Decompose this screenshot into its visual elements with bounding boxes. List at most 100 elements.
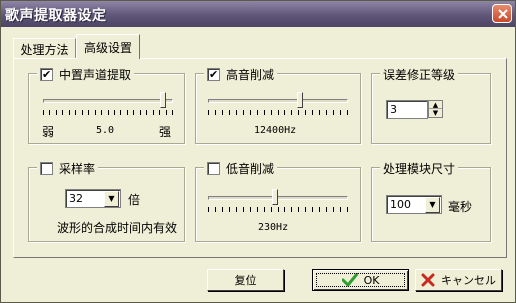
sample-rate-unit: 倍 bbox=[128, 193, 141, 207]
slider-tick bbox=[312, 110, 313, 115]
center-vocal-slider[interactable] bbox=[43, 92, 173, 119]
center-vocal-header[interactable]: ✔ 中置声道提取 bbox=[37, 66, 135, 83]
slider-tick bbox=[69, 110, 70, 115]
slider-tick bbox=[264, 110, 265, 115]
block-size-select[interactable]: 100 ▼ bbox=[386, 195, 442, 214]
tab-processing-method[interactable]: 处理方法 bbox=[13, 38, 76, 58]
slider-tick bbox=[333, 207, 334, 212]
slider-tick bbox=[127, 110, 128, 115]
slider-tick bbox=[278, 110, 279, 115]
tab-advanced-settings[interactable]: 高级设置 bbox=[76, 34, 140, 59]
slider-tick bbox=[347, 110, 348, 115]
slider-tick bbox=[49, 110, 50, 115]
slider-tick bbox=[215, 110, 216, 115]
slider-tick bbox=[75, 110, 76, 115]
high-cut-slider[interactable] bbox=[208, 92, 348, 119]
slider-tick bbox=[146, 110, 147, 115]
slider-thumb[interactable] bbox=[272, 189, 278, 205]
slider-tick bbox=[172, 110, 173, 115]
slider-tick bbox=[257, 110, 258, 115]
slider-tick bbox=[271, 110, 272, 115]
slider-tick bbox=[319, 110, 320, 115]
focus-rect bbox=[316, 273, 405, 287]
slider-tick bbox=[298, 207, 299, 212]
reset-button-label: 复位 bbox=[234, 274, 257, 287]
sample-rate-select[interactable]: 32 ▼ bbox=[65, 189, 121, 208]
slider-tick bbox=[236, 207, 237, 212]
slider-ticks bbox=[208, 207, 348, 212]
slider-tick bbox=[243, 110, 244, 115]
high-cut-header[interactable]: ✔ 高音削减 bbox=[204, 66, 278, 83]
slider-tick bbox=[333, 110, 334, 115]
spin-down-icon[interactable]: ▼ bbox=[429, 109, 442, 117]
slider-tick bbox=[108, 110, 109, 115]
slider-tick bbox=[243, 207, 244, 212]
slider-track bbox=[208, 196, 348, 200]
slider-tick bbox=[291, 207, 292, 212]
error-correction-header: 误差修正等级 bbox=[380, 66, 459, 83]
slider-tick bbox=[319, 207, 320, 212]
cancel-button[interactable]: キャンセル bbox=[415, 269, 502, 291]
title-bar[interactable]: 歌声提取器设定 bbox=[1, 1, 515, 27]
center-vocal-group: ✔ 中置声道提取 弱 5.0 强 bbox=[28, 66, 185, 144]
slider-tick bbox=[95, 110, 96, 115]
sample-rate-label: 采样率 bbox=[59, 162, 96, 176]
slider-tick bbox=[120, 110, 121, 115]
block-size-header: 处理模块尺寸 bbox=[380, 160, 459, 177]
slider-tick bbox=[133, 110, 134, 115]
close-icon bbox=[498, 9, 508, 19]
slider-tick bbox=[305, 207, 306, 212]
slider-tick bbox=[284, 110, 285, 115]
slider-tick bbox=[298, 110, 299, 115]
ok-button[interactable]: OK bbox=[312, 269, 409, 291]
cancel-button-label: キャンセル bbox=[441, 274, 496, 287]
low-cut-label: 低音削减 bbox=[226, 162, 275, 176]
slider-thumb[interactable] bbox=[297, 92, 303, 108]
high-cut-value: 12400Hz bbox=[254, 125, 297, 136]
low-cut-slider[interactable] bbox=[208, 189, 348, 216]
low-cut-checkbox[interactable] bbox=[207, 162, 220, 175]
slider-thumb[interactable] bbox=[160, 92, 166, 108]
red-x-icon bbox=[421, 273, 435, 287]
error-correction-spinner[interactable]: ▲ ▼ bbox=[428, 100, 443, 118]
block-size-unit: 毫秒 bbox=[448, 200, 473, 214]
settings-dialog: 歌声提取器设定 处理方法 高级设置 ✔ 中置声道提取 弱 5.0 强 ✔ 高音削… bbox=[0, 0, 516, 303]
slider-tick bbox=[222, 207, 223, 212]
slider-tick bbox=[101, 110, 102, 115]
slider-tick bbox=[88, 110, 89, 115]
center-vocal-max-label: 强 bbox=[159, 125, 172, 139]
close-button[interactable] bbox=[492, 4, 512, 23]
slider-tick bbox=[291, 110, 292, 115]
slider-track bbox=[43, 99, 173, 103]
slider-tick bbox=[208, 207, 209, 212]
low-cut-header[interactable]: 低音削减 bbox=[204, 160, 278, 177]
slider-tick bbox=[208, 110, 209, 115]
slider-tick bbox=[284, 207, 285, 212]
dropdown-arrow-icon[interactable]: ▼ bbox=[104, 191, 119, 207]
slider-tick bbox=[114, 110, 115, 115]
slider-track bbox=[208, 99, 348, 103]
slider-tick bbox=[82, 110, 83, 115]
error-correction-input[interactable]: 3 bbox=[386, 100, 428, 119]
slider-tick bbox=[43, 110, 44, 115]
center-vocal-label: 中置声道提取 bbox=[59, 68, 132, 82]
slider-tick bbox=[326, 110, 327, 115]
center-vocal-min-label: 弱 bbox=[42, 125, 55, 139]
reset-button[interactable]: 复位 bbox=[207, 269, 284, 291]
sample-rate-checkbox[interactable] bbox=[40, 162, 53, 175]
slider-tick bbox=[140, 110, 141, 115]
checkmark-icon: ✔ bbox=[209, 68, 219, 81]
high-cut-checkbox[interactable]: ✔ bbox=[207, 68, 220, 81]
slider-tick bbox=[257, 207, 258, 212]
slider-tick bbox=[62, 110, 63, 115]
center-vocal-checkbox[interactable]: ✔ bbox=[40, 68, 53, 81]
slider-tick bbox=[347, 207, 348, 212]
dropdown-arrow-icon[interactable]: ▼ bbox=[425, 197, 440, 213]
spin-up-icon[interactable]: ▲ bbox=[429, 101, 442, 109]
sample-rate-header[interactable]: 采样率 bbox=[37, 160, 99, 177]
block-size-label: 处理模块尺寸 bbox=[383, 162, 456, 176]
window-title: 歌声提取器设定 bbox=[5, 8, 107, 24]
slider-tick bbox=[278, 207, 279, 212]
high-cut-group: ✔ 高音削减 12400Hz bbox=[195, 66, 361, 144]
low-cut-group: 低音削减 230Hz bbox=[195, 160, 361, 242]
